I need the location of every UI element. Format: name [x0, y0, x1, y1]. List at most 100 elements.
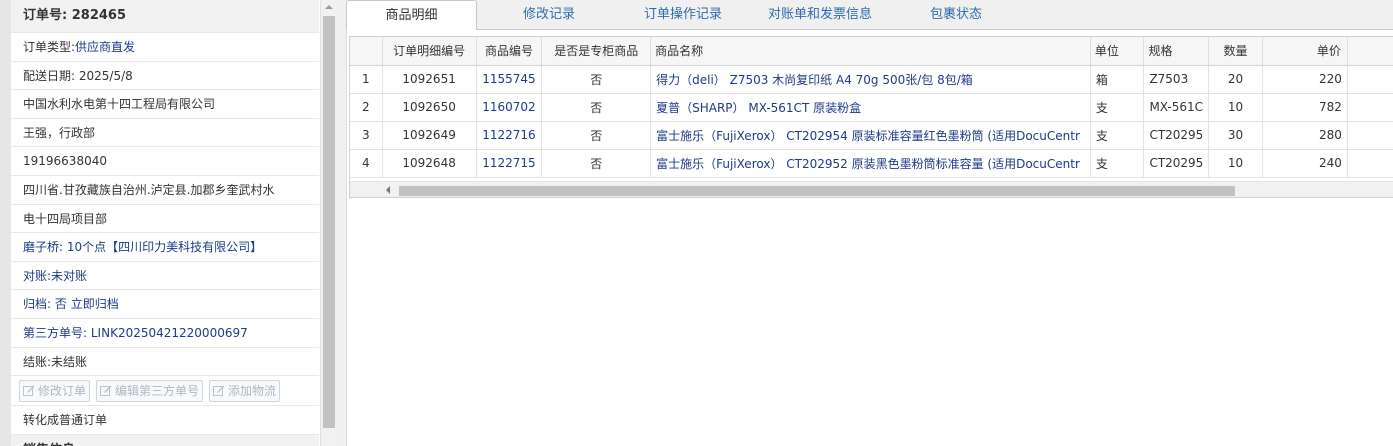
tab-package-status[interactable]: 包裹状态 [894, 0, 1004, 29]
reconcile-label: 对账: [23, 268, 52, 283]
counter-flag-cell: 否 [541, 149, 652, 178]
add-logistics-label: 添加物流 [228, 384, 277, 399]
counter-flag-cell: 否 [541, 65, 652, 94]
column-header[interactable]: 单位 [1090, 37, 1145, 66]
sales-info-header: 销售信息 [11, 434, 319, 446]
supplier-label: 磨子桥: [23, 240, 64, 255]
supplier-value: 10个点【四川印力美科技有限公司】 [66, 240, 263, 255]
unit-cell: 箱 [1090, 65, 1145, 94]
edit-order-button[interactable]: 修改订单 [19, 380, 91, 403]
action-buttons: 修改订单 编辑第三方单号 添加物流 [11, 376, 319, 407]
tab-product-details[interactable]: 商品明细 [346, 0, 477, 31]
left-scrollbar[interactable] [320, 0, 336, 446]
add-logistics-button[interactable]: 添加物流 [209, 380, 281, 403]
edit-icon [213, 385, 225, 397]
spec-cell: CT20295 [1143, 149, 1210, 178]
detail-id-cell: 1092650 [382, 93, 477, 122]
product-code-cell[interactable]: 1155745 [476, 65, 543, 94]
tab-content: 订单明细编号 商品编号 是否是专柜商品 商品名称 单位 规格 数量 单价 1 10… [346, 30, 1393, 446]
edit-third-party-button[interactable]: 编辑第三方单号 [96, 380, 204, 403]
convert-order-link[interactable]: 转化成普通订单 [11, 406, 319, 435]
contact-person: 王强，行政部 [11, 119, 319, 148]
quantity-cell: 30 [1208, 121, 1263, 150]
unit-price-cell: 240 [1262, 149, 1348, 178]
empty-cell [1347, 65, 1393, 94]
table-row[interactable]: 1 1092651 1155745 否得力（deli） Z7503 木尚复印纸 A4 … [350, 65, 1393, 94]
product-code-cell[interactable]: 1122716 [476, 121, 543, 150]
product-name-cell[interactable]: 富士施乐（FujiXerox） CT202952 原装黑色墨粉筒标准容量 (适用… [650, 149, 1091, 178]
empty-cell [1347, 149, 1393, 178]
scroll-left-arrow-icon[interactable] [386, 186, 390, 194]
column-header[interactable]: 规格 [1143, 37, 1210, 66]
order-type-label: 订单类型: [23, 40, 76, 54]
tab-order-operations[interactable]: 订单操作记录 [597, 0, 744, 29]
reconcile-value: 未对账 [51, 268, 88, 283]
quantity-cell: 20 [1208, 65, 1263, 94]
edit-third-party-label: 编辑第三方单号 [115, 384, 200, 399]
reconcile-row: 对账:未对账 [11, 262, 319, 291]
edit-icon [23, 385, 35, 397]
order-info-list: 订单号: 282465 订单类型:供应商直发 配送日期: 2025/5/8 中国… [11, 0, 319, 446]
table-row[interactable]: 2 1092650 1160702 否夏普（SHARP） MX-561CT 原装粉盒支… [350, 93, 1393, 122]
product-table-body: 1 1092651 1155745 否得力（deli） Z7503 木尚复印纸 A4 … [350, 65, 1393, 178]
settlement-value: 未结账 [51, 354, 88, 369]
row-number: 1 [350, 65, 383, 94]
row-number: 4 [350, 149, 383, 178]
column-header[interactable]: 商品编号 [476, 37, 543, 66]
column-header[interactable]: 订单明细编号 [382, 37, 477, 66]
detail-id-cell: 1092649 [382, 121, 477, 150]
address-line-2: 电十四局项目部 [11, 205, 319, 234]
detail-id-cell: 1092648 [382, 149, 477, 178]
spec-cell: CT20295 [1143, 121, 1210, 150]
column-header[interactable]: 商品名称 [650, 37, 1091, 66]
product-grid: 订单明细编号 商品编号 是否是专柜商品 商品名称 单位 规格 数量 单价 1 10… [349, 36, 1393, 198]
detail-id-cell: 1092651 [382, 65, 477, 94]
column-header[interactable]: 是否是专柜商品 [541, 37, 652, 66]
unit-cell: 支 [1090, 149, 1145, 178]
third-party-label: 第三方单号: [23, 325, 88, 340]
product-code-cell[interactable]: 1122715 [476, 149, 543, 178]
row-number-header [350, 37, 383, 66]
order-type-row: 订单类型:供应商直发 [11, 33, 319, 62]
address-line-1: 四川省.甘孜藏族自治州.泸定县.加郡乡奎武村水 [11, 176, 319, 205]
settlement-row: 结账:未结账 [11, 348, 319, 377]
tab-bar: 商品明细 修改记录 订单操作记录 对账单和发票信息 包裹状态 [346, 0, 1393, 31]
third-party-row: 第三方单号: LINK20250421220000697 [11, 319, 319, 348]
horizontal-scrollbar[interactable] [350, 181, 1393, 197]
unit-price-cell: 782 [1262, 93, 1348, 122]
supplier-row[interactable]: 磨子桥: 10个点【四川印力美科技有限公司】 [11, 233, 319, 262]
archive-label: 归档: [23, 297, 52, 312]
edit-icon [100, 385, 112, 397]
table-row[interactable]: 3 1092649 1122716 否富士施乐（FujiXerox） CT202954… [350, 121, 1393, 150]
column-header[interactable]: 数量 [1208, 37, 1263, 66]
unit-price-cell: 280 [1262, 121, 1348, 150]
product-table: 订单明细编号 商品编号 是否是专柜商品 商品名称 单位 规格 数量 单价 1 10… [350, 37, 1393, 178]
third-party-value: LINK20250421220000697 [90, 325, 248, 340]
horizontal-scrollbar-thumb[interactable] [399, 186, 1235, 196]
order-number-title: 订单号: 282465 [11, 0, 319, 33]
counter-flag-cell: 否 [541, 121, 652, 150]
edit-order-label: 修改订单 [38, 384, 87, 399]
archive-value[interactable]: 否 立即归档 [55, 297, 119, 311]
tab-reconcile-invoice[interactable]: 对账单和发票信息 [744, 0, 894, 29]
product-code-cell[interactable]: 1160702 [476, 93, 543, 122]
product-name-cell[interactable]: 富士施乐（FujiXerox） CT202954 原装标准容量红色墨粉筒 (适用… [650, 121, 1091, 150]
product-name-cell[interactable]: 得力（deli） Z7503 木尚复印纸 A4 70g 500张/包 8包/箱 [650, 65, 1091, 94]
company-name: 中国水利水电第十四工程局有限公司 [11, 90, 319, 119]
scroll-up-arrow-icon[interactable] [321, 0, 337, 14]
contact-phone: 19196638040 [11, 147, 319, 176]
unit-price-cell: 220 [1262, 65, 1348, 94]
table-row[interactable]: 4 1092648 1122715 否富士施乐（FujiXerox） CT202952… [350, 149, 1393, 178]
product-name-cell[interactable]: 夏普（SHARP） MX-561CT 原装粉盒 [650, 93, 1091, 122]
column-header-empty [1347, 37, 1393, 66]
tab-change-log[interactable]: 修改记录 [477, 0, 597, 29]
spec-cell: Z7503 [1143, 65, 1210, 94]
quantity-cell: 10 [1208, 93, 1263, 122]
archive-row[interactable]: 归档: 否 立即归档 [11, 290, 319, 319]
unit-cell: 支 [1090, 121, 1145, 150]
left-scrollbar-thumb[interactable] [323, 16, 335, 428]
unit-cell: 支 [1090, 93, 1145, 122]
column-header[interactable]: 单价 [1262, 37, 1348, 66]
empty-cell [1347, 121, 1393, 150]
settlement-label: 结账: [23, 354, 52, 369]
